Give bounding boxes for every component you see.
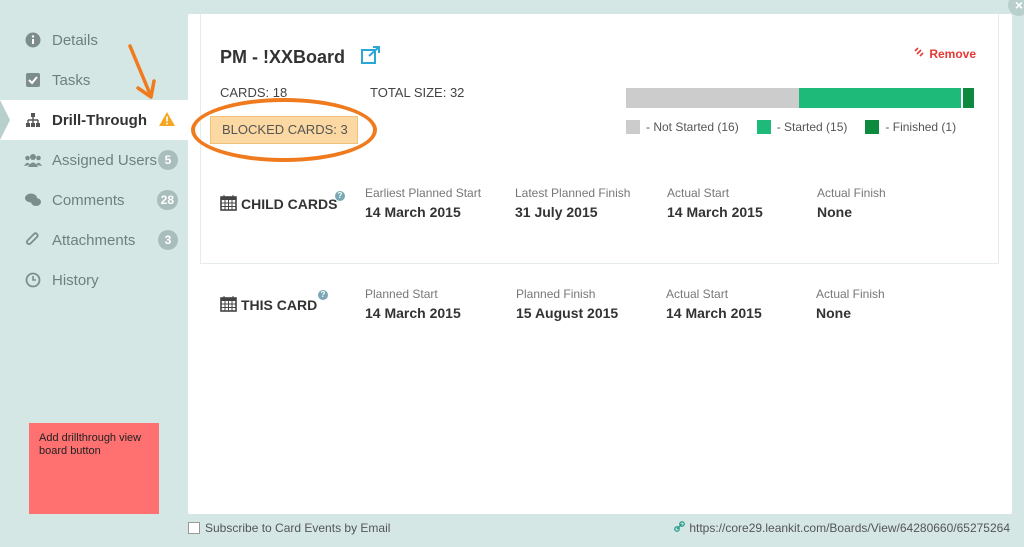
progress-legend: - Not Started (16) - Started (15) - Fini…	[626, 120, 974, 134]
clock-icon	[24, 271, 42, 289]
sidebar-item-assigned-users[interactable]: Assigned Users 5	[0, 140, 188, 180]
count-badge: 3	[158, 230, 178, 250]
sidebar-item-label: History	[52, 271, 99, 289]
link-icon	[674, 521, 686, 535]
sidebar-item-drill-through[interactable]: Drill-Through	[0, 100, 188, 140]
users-icon	[24, 151, 42, 169]
help-icon[interactable]: ?	[318, 290, 328, 300]
total-size: TOTAL SIZE: 32	[370, 85, 465, 100]
subscribe-checkbox[interactable]: Subscribe to Card Events by Email	[188, 521, 390, 535]
annotation-circle	[191, 98, 377, 162]
annotation-arrow	[128, 44, 156, 99]
sticky-note: Add drillthrough view board button	[29, 423, 159, 514]
calendar-icon	[220, 194, 237, 214]
external-link-icon[interactable]	[360, 45, 382, 70]
sidebar-item-label: Attachments	[52, 231, 136, 249]
calendar-icon	[220, 295, 237, 315]
sidebar-item-label: Comments	[52, 191, 125, 209]
card-url[interactable]: https://core29.leankit.com/Boards/View/6…	[674, 521, 1010, 535]
progress-bar	[626, 88, 974, 108]
legend-swatch	[626, 120, 640, 134]
sidebar-item-label: Details	[52, 31, 98, 49]
count-badge: 28	[156, 190, 178, 210]
sidebar-item-history[interactable]: History	[0, 260, 188, 300]
help-icon[interactable]: ?	[335, 191, 345, 201]
child-actual-start: Actual Start 14 March 2015	[667, 186, 763, 220]
sidebar-item-comments[interactable]: Comments 28	[0, 180, 188, 220]
legend-not-started: - Not Started (16)	[626, 120, 739, 134]
earliest-planned-start: Earliest Planned Start 14 March 2015	[365, 186, 482, 220]
sidebar-item-label: Tasks	[52, 71, 91, 89]
count-badge: 5	[158, 150, 178, 170]
hierarchy-icon	[24, 111, 42, 129]
board-title: PM - !XXBoard	[220, 47, 346, 67]
paperclip-icon	[24, 231, 42, 249]
child-cards-label: CHILD CARDS	[220, 194, 337, 214]
progress-not-started	[626, 88, 799, 108]
this-card-label: THIS CARD	[220, 295, 317, 315]
remove-button[interactable]: Remove	[913, 46, 976, 61]
actual-start: Actual Start 14 March 2015	[666, 287, 762, 321]
sidebar-item-label: Assigned Users	[52, 151, 158, 169]
planned-start: Planned Start 14 March 2015	[365, 287, 461, 321]
comment-icon	[24, 191, 42, 209]
sidebar-item-label: Drill-Through	[52, 111, 147, 129]
legend-finished: - Finished (1)	[865, 120, 956, 134]
planned-finish: Planned Finish 15 August 2015	[516, 287, 619, 321]
warning-icon	[158, 111, 176, 131]
progress-finished	[963, 88, 974, 108]
child-actual-finish: Actual Finish None	[817, 186, 886, 220]
progress-started	[799, 88, 962, 108]
card-dialog: × Details Tasks Drill-Through Assigned U…	[0, 0, 1024, 547]
actual-finish: Actual Finish None	[816, 287, 885, 321]
latest-planned-finish: Latest Planned Finish 31 July 2015	[515, 186, 631, 220]
checkbox-icon	[24, 71, 42, 89]
checkbox[interactable]	[188, 522, 200, 534]
unlink-icon	[913, 46, 925, 61]
info-icon	[24, 31, 42, 49]
main-panel: PM - !XXBoard Remove CARDS: 18 TOTAL SIZ…	[188, 14, 1012, 514]
legend-started: - Started (15)	[756, 120, 847, 134]
sidebar-item-attachments[interactable]: Attachments 3	[0, 220, 188, 260]
legend-swatch	[865, 120, 880, 134]
legend-swatch	[756, 120, 771, 134]
